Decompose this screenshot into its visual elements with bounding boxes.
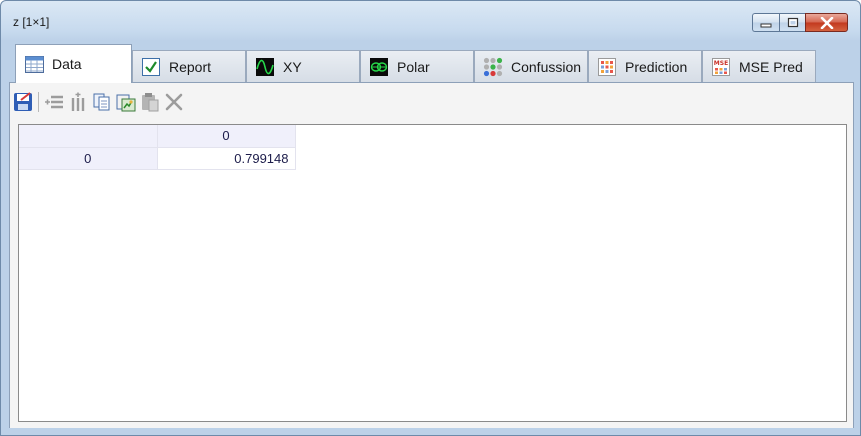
- delete-button[interactable]: [163, 91, 185, 113]
- sine-wave-icon: [255, 57, 275, 77]
- table-icon: [24, 54, 44, 74]
- close-button[interactable]: [805, 13, 848, 32]
- delete-icon: [165, 93, 183, 111]
- tab-label: Prediction: [625, 58, 688, 75]
- dots-grid-icon: [483, 57, 503, 77]
- insert-columns-button[interactable]: [67, 91, 89, 113]
- tab-bar: Data Report XY Polar Confussion Predicti…: [9, 43, 854, 83]
- paste-button[interactable]: [139, 91, 161, 113]
- svg-text:MSE: MSE: [714, 60, 728, 67]
- insert-columns-icon: [71, 92, 85, 111]
- title-bar[interactable]: z [1×1]: [1, 1, 860, 41]
- row-header[interactable]: 0: [19, 147, 158, 170]
- data-grid[interactable]: 0 0 0.799148: [18, 124, 847, 422]
- tab-report[interactable]: Report: [132, 50, 246, 82]
- paste-special-icon: [116, 94, 136, 112]
- mse-icon: MSE: [711, 57, 731, 77]
- color-grid-icon: [597, 57, 617, 77]
- copy-button[interactable]: [91, 91, 113, 113]
- maximize-button[interactable]: [779, 13, 805, 32]
- tab-label: Data: [52, 56, 82, 72]
- caption-buttons: [752, 13, 848, 33]
- tab-label: Polar: [397, 58, 430, 75]
- window-bottom-border: [1, 428, 860, 435]
- tab-label: Confussion: [511, 58, 582, 75]
- data-table: 0 0 0.799148: [19, 125, 296, 170]
- insert-rows-icon: [45, 95, 63, 109]
- window-title: z [1×1]: [13, 15, 50, 29]
- tab-label: Report: [169, 58, 212, 75]
- checkbox-icon: [141, 57, 161, 77]
- toolbar: [12, 89, 187, 115]
- tab-label: MSE Pred: [739, 58, 803, 75]
- polar-icon: [369, 57, 389, 77]
- corner-cell[interactable]: [19, 125, 158, 148]
- tab-data[interactable]: Data: [15, 44, 132, 83]
- tab-content-panel: 0 0 0.799148: [9, 82, 854, 430]
- tab-confussion[interactable]: Confussion: [474, 50, 588, 82]
- minimize-button[interactable]: [752, 13, 779, 32]
- paste-icon: [142, 93, 159, 112]
- minimize-icon: [760, 23, 772, 27]
- tab-label: XY: [283, 58, 302, 75]
- insert-rows-button[interactable]: [43, 91, 65, 113]
- column-header-row: 0: [19, 125, 296, 148]
- column-header[interactable]: 0: [157, 125, 296, 148]
- tab-mse-pred[interactable]: MSE MSE Pred: [702, 50, 816, 82]
- tab-prediction[interactable]: Prediction: [588, 50, 702, 82]
- app-window: z [1×1] Data Report XY Polar Confussion …: [0, 0, 861, 436]
- table-cell[interactable]: 0.799148: [157, 147, 296, 170]
- tab-xy[interactable]: XY: [246, 50, 360, 82]
- close-icon: [820, 16, 833, 29]
- tab-polar[interactable]: Polar: [360, 50, 474, 82]
- save-button[interactable]: [12, 91, 34, 113]
- table-row: 0 0.799148: [19, 147, 296, 170]
- toolbar-separator: [38, 92, 39, 112]
- maximize-icon: [787, 17, 798, 28]
- save-icon: [14, 92, 32, 111]
- copy-icon: [93, 93, 110, 111]
- paste-special-button[interactable]: [115, 91, 137, 113]
